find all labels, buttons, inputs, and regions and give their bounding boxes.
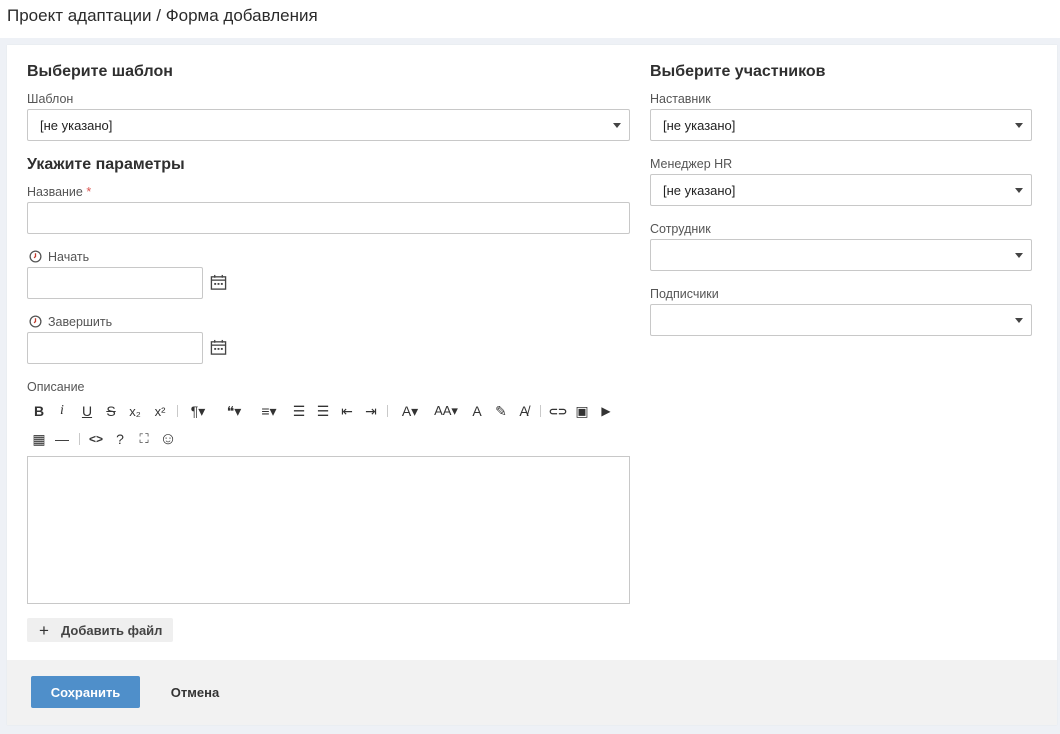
save-button[interactable]: Сохранить [31, 676, 140, 708]
link-icon[interactable]: ⊂⊃ [547, 400, 569, 422]
form-card: Выберите шаблон Шаблон [не указано] Укаж… [7, 45, 1057, 725]
subscript-icon[interactable]: x₂ [125, 400, 145, 422]
employee-select[interactable] [650, 239, 1032, 271]
ordered-list-icon[interactable]: ☰ [290, 400, 308, 422]
employee-label: Сотрудник [650, 222, 711, 236]
chevron-down-icon [1015, 123, 1023, 128]
outdent-icon[interactable]: ⇤ [338, 400, 356, 422]
strikethrough-icon[interactable]: S [103, 400, 119, 422]
highlight-icon[interactable]: ✎ [492, 400, 510, 422]
participants-heading: Выберите участников [650, 63, 826, 80]
template-label: Шаблон [27, 92, 74, 106]
toolbar-separator [387, 405, 388, 417]
code-view-icon[interactable]: <> [86, 428, 106, 450]
start-label: Начать [48, 250, 90, 264]
quote-icon[interactable]: ❝▾ [220, 400, 248, 422]
clear-format-icon[interactable]: A̸ [516, 400, 532, 422]
unordered-list-icon[interactable]: ☰ [314, 400, 332, 422]
subscribers-select[interactable] [650, 304, 1032, 336]
clock-icon [29, 250, 42, 263]
hr-manager-select-value: [не указано] [663, 183, 736, 198]
add-file-button[interactable]: + Добавить файл [27, 618, 173, 642]
horizontal-line-icon[interactable]: — [54, 428, 70, 450]
table-icon[interactable]: ▦ [30, 428, 48, 450]
start-date-input[interactable] [27, 267, 203, 299]
hr-manager-select[interactable]: [не указано] [650, 174, 1032, 206]
name-label-text: Название [27, 185, 83, 199]
text-color-icon[interactable]: A [469, 400, 485, 422]
emoji-icon[interactable]: ☺ [159, 428, 177, 450]
description-label: Описание [27, 380, 85, 394]
align-icon[interactable]: ≡▾ [255, 400, 283, 422]
header-bar: Проект адаптации / Форма добавления [0, 0, 1060, 38]
paragraph-format-icon[interactable]: ¶▾ [185, 400, 211, 422]
clock-icon [29, 315, 42, 328]
image-icon[interactable]: ▣ [573, 400, 591, 422]
chevron-down-icon [1015, 318, 1023, 323]
font-size-icon[interactable]: AA▾ [431, 400, 461, 422]
underline-icon[interactable]: U [79, 400, 95, 422]
required-mark: * [86, 185, 92, 199]
mentor-select[interactable]: [не указано] [650, 109, 1032, 141]
plus-icon: + [39, 621, 49, 640]
subscribers-label: Подписчики [650, 287, 719, 301]
superscript-icon[interactable]: x² [150, 400, 170, 422]
toolbar-separator [177, 405, 178, 417]
mentor-label: Наставник [650, 92, 711, 106]
fullscreen-icon[interactable]: ⛶ [136, 428, 152, 450]
params-heading: Укажите параметры [27, 156, 185, 173]
toolbar-separator [79, 433, 80, 445]
name-label: Название * [27, 185, 91, 199]
template-select[interactable]: [не указано] [27, 109, 630, 141]
italic-icon[interactable]: i [55, 400, 69, 422]
template-select-value: [не указано] [40, 118, 113, 133]
toolbar-separator [540, 405, 541, 417]
name-input[interactable] [27, 202, 630, 234]
calendar-icon[interactable] [210, 339, 227, 356]
end-label: Завершить [48, 315, 113, 329]
bold-icon[interactable]: B [31, 400, 47, 422]
video-icon[interactable]: ▶ [597, 400, 615, 422]
indent-icon[interactable]: ⇥ [362, 400, 380, 422]
chevron-down-icon [613, 123, 621, 128]
chevron-down-icon [1015, 253, 1023, 258]
add-file-label: Добавить файл [61, 623, 163, 638]
template-heading: Выберите шаблон [27, 63, 173, 80]
hr-manager-label: Менеджер HR [650, 157, 733, 171]
mentor-select-value: [не указано] [663, 118, 736, 133]
chevron-down-icon [1015, 188, 1023, 193]
calendar-icon[interactable] [210, 274, 227, 291]
font-family-icon[interactable]: A▾ [397, 400, 423, 422]
description-editor[interactable] [27, 456, 630, 604]
end-date-input[interactable] [27, 332, 203, 364]
cancel-button[interactable]: Отмена [155, 676, 235, 708]
page-title: Проект адаптации / Форма добавления [7, 6, 318, 25]
help-icon[interactable]: ? [113, 428, 127, 450]
